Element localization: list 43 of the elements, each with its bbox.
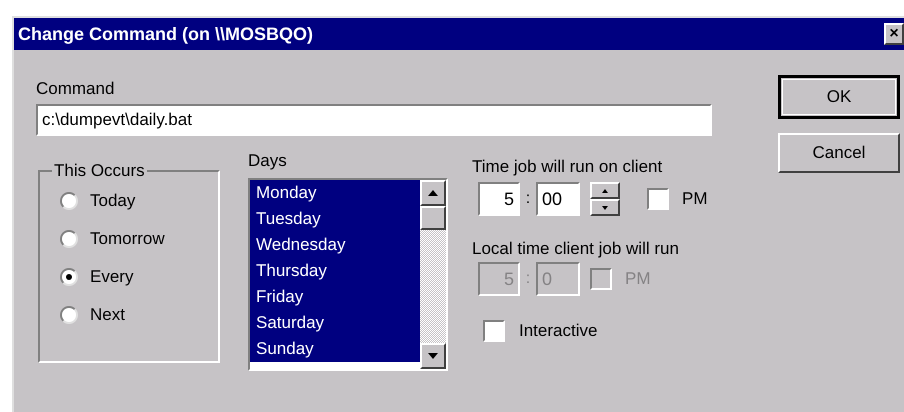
spin-down-button[interactable] — [590, 199, 620, 216]
interactive-label: Interactive — [519, 320, 598, 342]
time-separator: : — [524, 189, 532, 209]
client-time-label: Time job will run on client — [472, 156, 664, 178]
radio-label: Today — [90, 190, 136, 212]
scroll-up-button[interactable] — [420, 180, 446, 206]
radio-label: Tomorrow — [90, 228, 165, 250]
scroll-down-button[interactable] — [420, 343, 446, 369]
minute-field[interactable]: 00 — [536, 182, 580, 216]
radio-button[interactable] — [60, 192, 78, 210]
radio-label: Every — [90, 266, 134, 288]
day-item[interactable]: Wednesday — [250, 232, 420, 258]
day-item[interactable]: Tuesday — [250, 206, 420, 232]
command-field[interactable]: c:\dumpevt\daily.bat — [36, 104, 712, 136]
scroll-thumb[interactable] — [420, 206, 446, 230]
cancel-button[interactable]: Cancel — [778, 133, 900, 173]
day-item[interactable]: Saturday — [250, 310, 420, 336]
window-title: Change Command (on \\MOSBQO) — [18, 22, 313, 46]
day-item[interactable]: Monday — [250, 180, 420, 206]
close-button[interactable]: × — [884, 23, 904, 45]
pm-checkbox[interactable] — [647, 188, 669, 210]
radio-button[interactable] — [60, 230, 78, 248]
command-label: Command — [36, 78, 116, 100]
up-arrow-icon — [602, 188, 608, 192]
pm-label: PM — [625, 268, 650, 290]
spin-up-button[interactable] — [590, 182, 620, 199]
local-time-label: Local time client job will run — [472, 238, 680, 260]
time-separator: : — [524, 269, 532, 289]
day-item[interactable]: Friday — [250, 284, 420, 310]
down-arrow-icon — [602, 206, 608, 210]
day-item[interactable]: Thursday — [250, 258, 420, 284]
down-arrow-icon — [428, 353, 438, 359]
days-label: Days — [248, 150, 288, 172]
pm-label: PM — [682, 188, 708, 210]
day-item[interactable]: Sunday — [250, 336, 420, 362]
hour-field[interactable]: 5 — [478, 182, 520, 216]
scrollbar[interactable] — [420, 180, 446, 369]
radio-button[interactable] — [60, 268, 78, 286]
ok-button[interactable]: OK — [778, 75, 900, 119]
radio-label: Next — [90, 304, 125, 326]
interactive-checkbox[interactable] — [483, 320, 505, 342]
up-arrow-icon — [428, 190, 438, 196]
radio-button[interactable] — [60, 306, 78, 324]
